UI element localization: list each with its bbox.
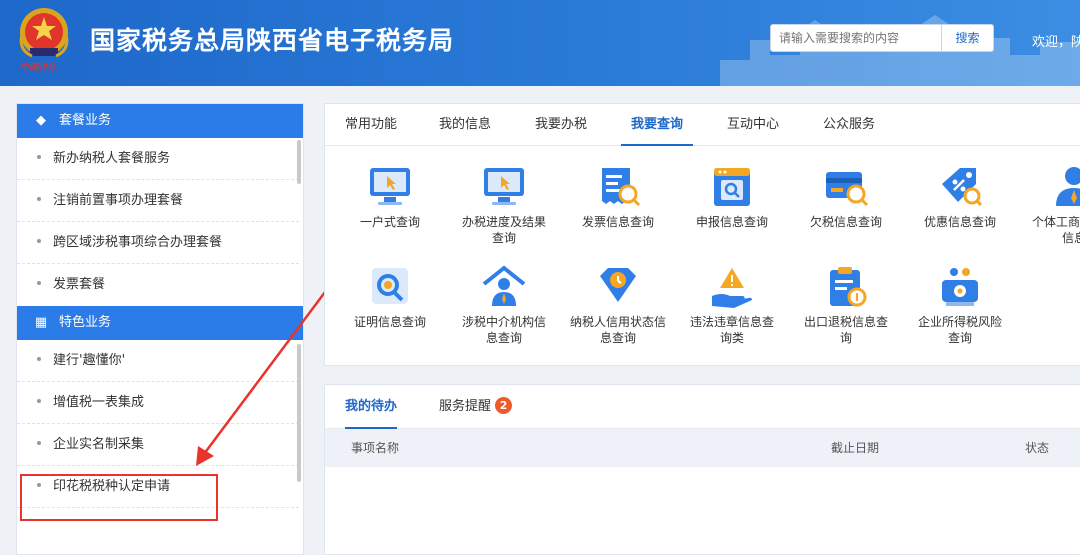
discount-icon [936, 164, 984, 210]
func-label: 一户式查询 [359, 215, 420, 229]
func-label: 办税进度及结果查询 [461, 215, 546, 245]
risk-icon [936, 264, 984, 310]
func-arrears-query[interactable]: 欠税信息查询 [794, 164, 898, 230]
column-header-deadline: 截止日期 [831, 441, 880, 455]
column-header-status: 状态 [1025, 441, 1050, 455]
func-report-query[interactable]: 申报信息查询 [680, 164, 784, 230]
func-label: 纳税人信用状态信息查询 [570, 315, 667, 345]
tab-interaction[interactable]: 互动中心 [727, 104, 779, 146]
func-label: 违法违章信息查询类 [689, 315, 774, 345]
invoice-search-icon [594, 164, 642, 210]
warning-hand-icon [708, 264, 756, 310]
tab-handle-tax[interactable]: 我要办税 [535, 104, 587, 146]
tab-common[interactable]: 常用功能 [345, 104, 397, 146]
tab-public-service[interactable]: 公众服务 [823, 104, 875, 146]
func-label: 证明信息查询 [353, 315, 426, 329]
column-header-item-name: 事项名称 [351, 441, 400, 455]
func-label: 企业所得税风险查询 [917, 315, 1002, 345]
func-export-rebate-query[interactable]: 出口退税信息查询 [794, 264, 898, 346]
func-discount-query[interactable]: 优惠信息查询 [908, 164, 1012, 230]
func-agency-query[interactable]: 涉税中介机构信息查询 [452, 264, 556, 346]
func-invoice-query[interactable]: 发票信息查询 [566, 164, 670, 230]
credit-icon [594, 264, 642, 310]
report-search-icon [708, 164, 756, 210]
todo-table-header: 事项名称 截止日期 状态 [325, 429, 1080, 467]
func-violation-query[interactable]: 违法违章信息查询类 [680, 264, 784, 346]
card-search-icon [822, 164, 870, 210]
monitor-icon [480, 164, 528, 210]
person-icon [1050, 164, 1080, 210]
tab-label: 服务提醒 [439, 399, 492, 414]
function-tabs: 常用功能 我的信息 我要办税 我要查询 互动中心 公众服务 [325, 104, 1080, 146]
func-label: 发票信息查询 [581, 215, 654, 229]
tab-my-todo[interactable]: 我的待办 [345, 385, 398, 429]
function-panel: 常用功能 我的信息 我要办税 我要查询 互动中心 公众服务 一户式查询 办税进度… [324, 103, 1080, 366]
todo-panel: 我的待办 服务提醒 2 事项名称 截止日期 状态 [324, 384, 1080, 555]
todo-tabs: 我的待办 服务提醒 2 [325, 385, 1080, 429]
func-label: 申报信息查询 [695, 215, 768, 229]
agency-icon [480, 264, 528, 310]
tab-my-info[interactable]: 我的信息 [439, 104, 491, 146]
reminder-count-badge: 2 [495, 397, 513, 414]
func-certificate-query[interactable]: 证明信息查询 [338, 264, 442, 330]
func-one-stop-query[interactable]: 一户式查询 [338, 164, 442, 230]
func-label: 优惠信息查询 [923, 215, 996, 229]
certificate-search-icon [366, 264, 414, 310]
monitor-icon [366, 164, 414, 210]
clipboard-icon [822, 264, 870, 310]
func-label: 个体工商户定额信息 [1032, 215, 1080, 245]
func-label: 出口退税信息查询 [803, 315, 888, 345]
func-income-tax-risk-query[interactable]: 企业所得税风险查询 [908, 264, 1012, 346]
func-credit-query[interactable]: 纳税人信用状态信息查询 [566, 264, 670, 346]
tab-query[interactable]: 我要查询 [621, 104, 694, 146]
func-individual-quota[interactable]: 个体工商户定额信息 [1022, 164, 1080, 246]
tab-service-reminder[interactable]: 服务提醒 2 [439, 385, 513, 429]
func-label: 涉税中介机构信息查询 [461, 315, 546, 345]
func-label: 欠税信息查询 [809, 215, 882, 229]
func-progress-query[interactable]: 办税进度及结果查询 [452, 164, 556, 246]
